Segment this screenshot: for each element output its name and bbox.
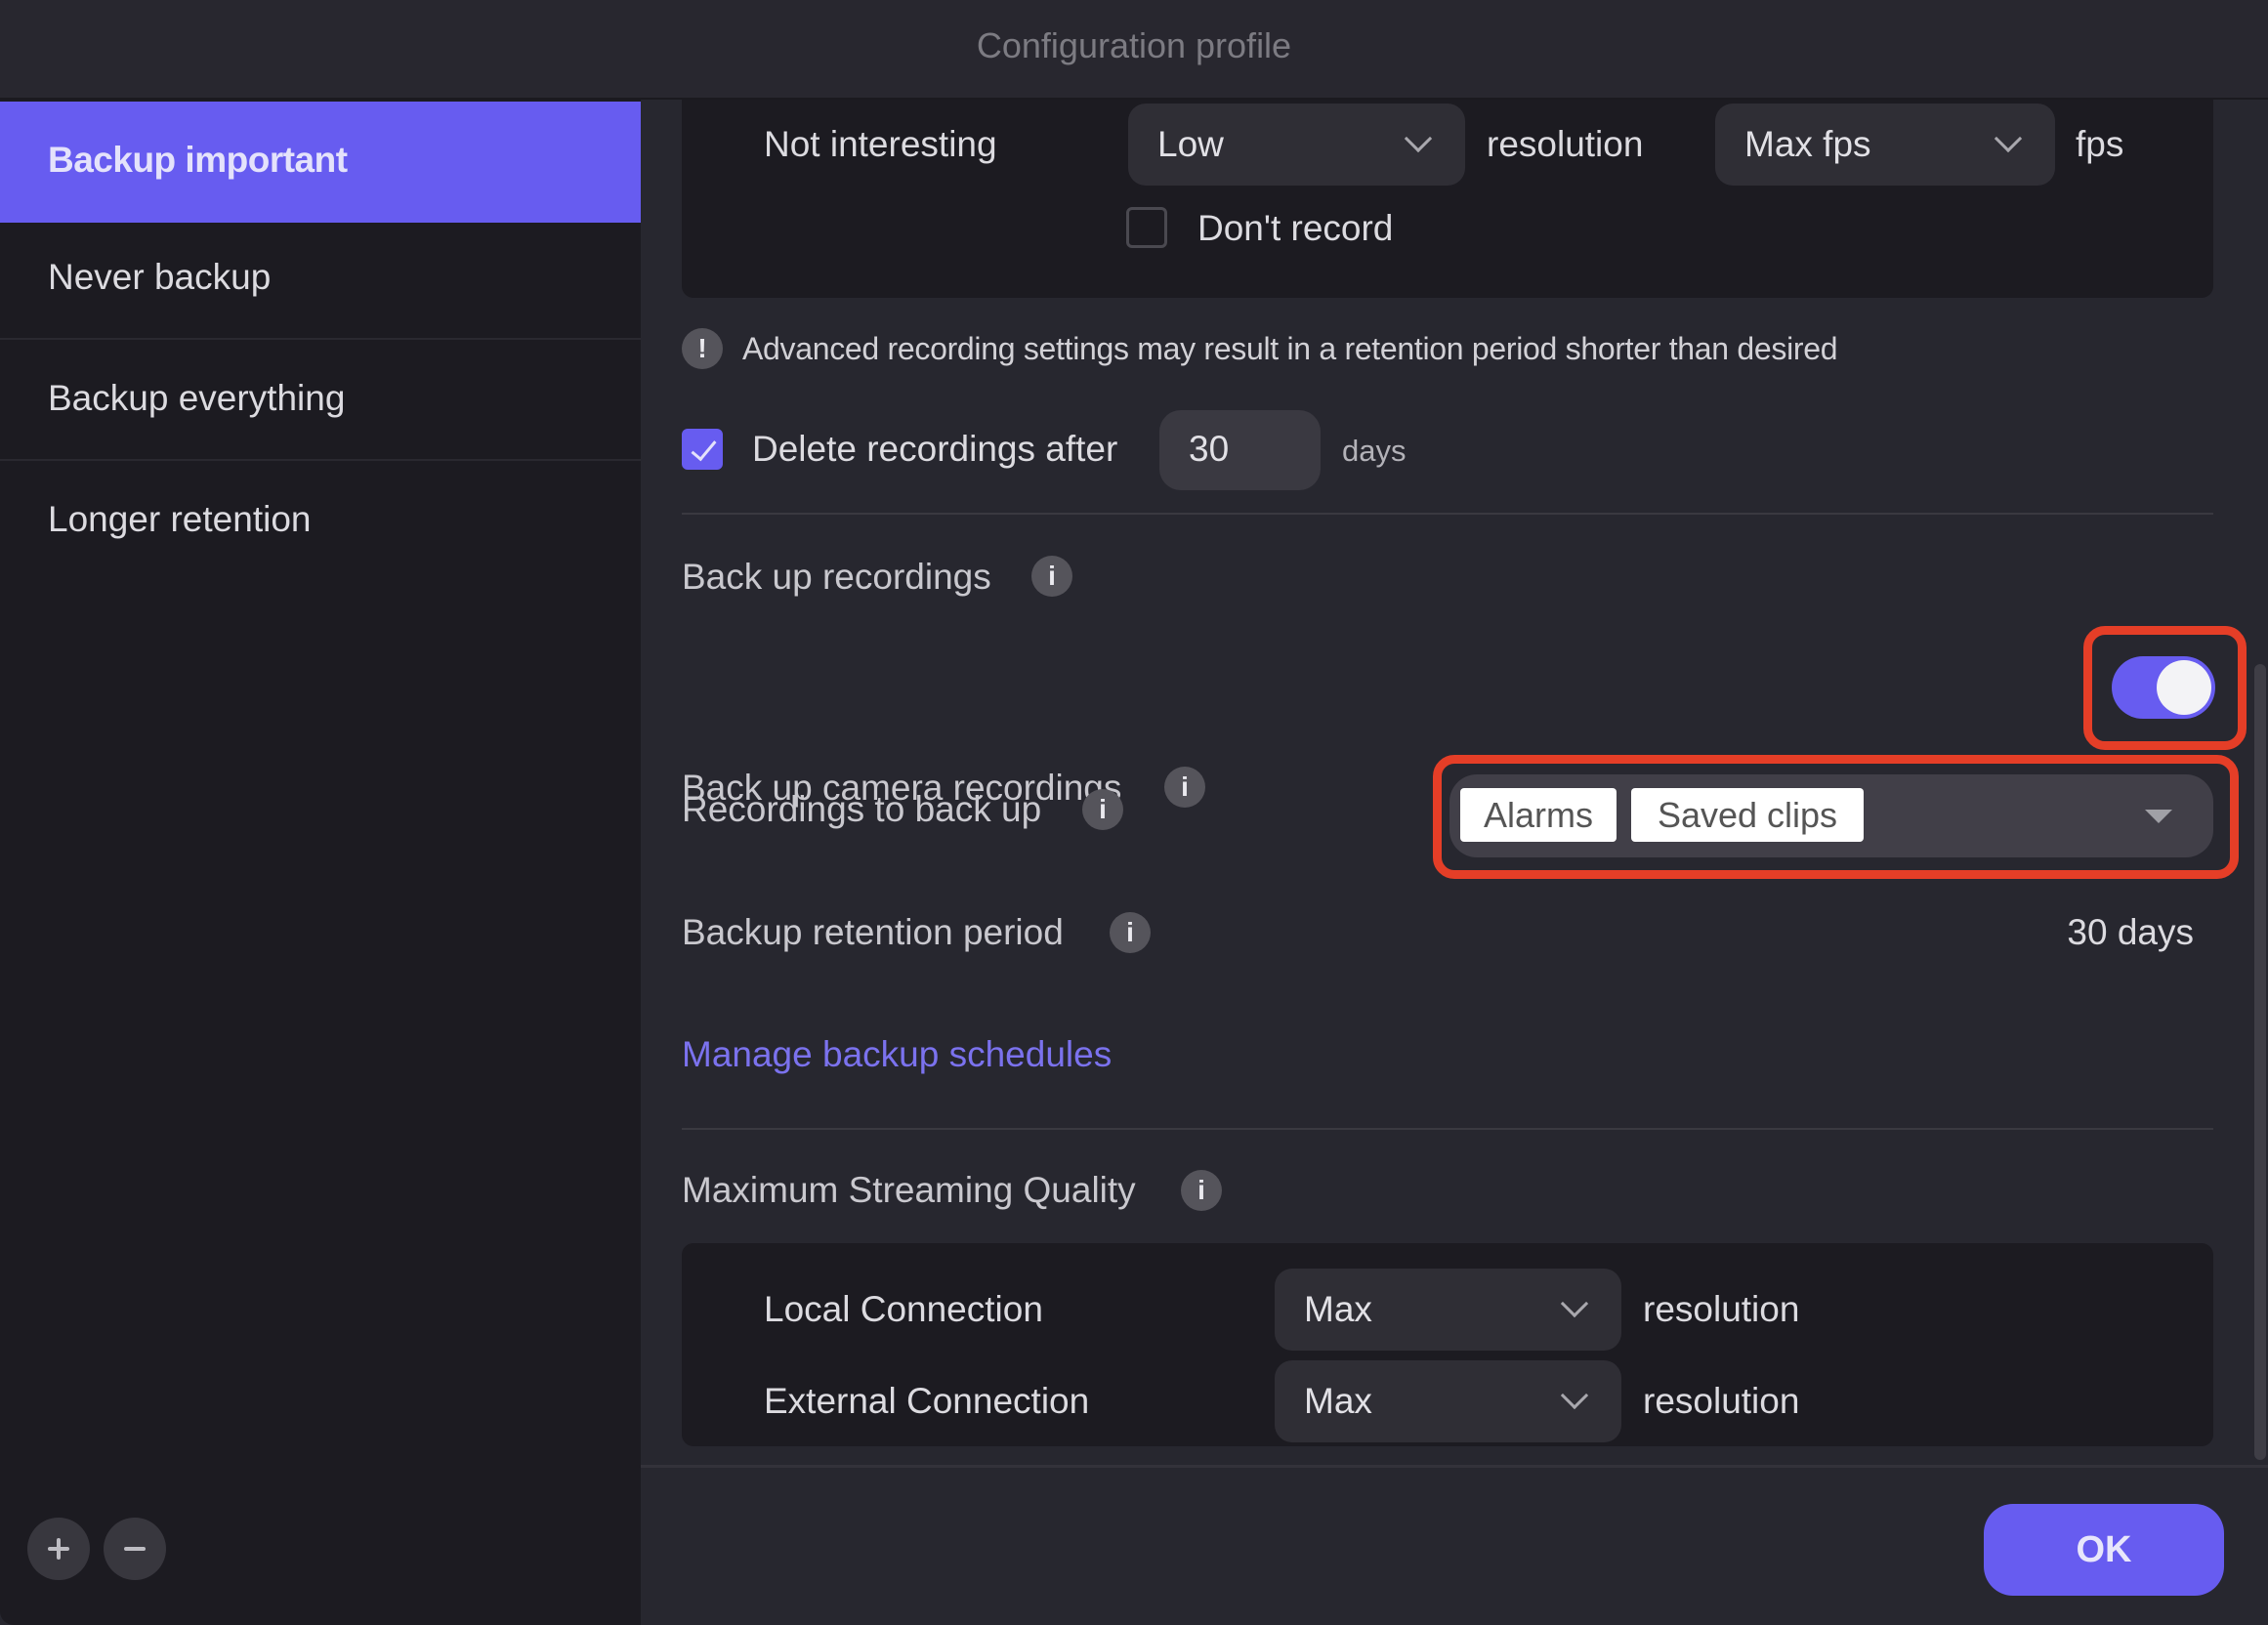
sidebar-item-label: Backup everything bbox=[48, 378, 346, 418]
external-connection-dropdown[interactable]: Max bbox=[1275, 1360, 1621, 1442]
sidebar-item-never-backup[interactable]: Never backup bbox=[0, 219, 641, 340]
local-connection-label: Local Connection bbox=[764, 1289, 1043, 1329]
recordings-to-backup-select[interactable]: Alarms Saved clips bbox=[1449, 774, 2213, 857]
external-connection-label: External Connection bbox=[764, 1381, 1090, 1421]
profile-sidebar: Backup important Never backup Backup eve… bbox=[0, 100, 641, 1625]
delete-days-input[interactable]: 30 bbox=[1159, 410, 1321, 490]
dont-record-checkbox[interactable] bbox=[1126, 207, 1167, 248]
fps-dropdown[interactable]: Max fps bbox=[1715, 104, 2055, 186]
backup-retention-value: 30 days bbox=[2067, 912, 2194, 952]
backup-section-title: Back up recordings bbox=[682, 557, 991, 597]
info-icon[interactable]: i bbox=[1181, 1170, 1222, 1211]
fps-unit: fps bbox=[2076, 124, 2124, 164]
settings-scroll-area: Not interesting Low resolution Max fps f… bbox=[641, 100, 2268, 1467]
delete-recordings-checkbox[interactable] bbox=[682, 429, 723, 470]
chevron-down-icon bbox=[1560, 1381, 1589, 1410]
delete-days-value: 30 bbox=[1189, 429, 1230, 469]
external-connection-value: Max bbox=[1304, 1381, 1372, 1421]
delete-recordings-label: Delete recordings after bbox=[752, 429, 1118, 469]
local-connection-dropdown[interactable]: Max bbox=[1275, 1269, 1621, 1351]
info-icon[interactable]: i bbox=[1082, 789, 1123, 830]
footer-divider bbox=[641, 1465, 2268, 1468]
local-connection-value: Max bbox=[1304, 1289, 1372, 1329]
tag-alarms[interactable]: Alarms bbox=[1460, 788, 1617, 842]
fps-value: Max fps bbox=[1744, 124, 1871, 164]
info-icon[interactable]: i bbox=[1164, 767, 1205, 808]
manage-backup-schedules-link[interactable]: Manage backup schedules bbox=[682, 1030, 1112, 1079]
streaming-section-title: Maximum Streaming Quality bbox=[682, 1170, 1136, 1210]
recordings-to-backup-label: Recordings to back up bbox=[682, 789, 1042, 829]
recording-quality-panel: Not interesting Low resolution Max fps f… bbox=[682, 100, 2213, 298]
backup-camera-toggle[interactable] bbox=[2112, 656, 2215, 719]
info-icon[interactable]: i bbox=[1031, 556, 1072, 597]
resolution-unit: resolution bbox=[1487, 124, 1644, 164]
sidebar-item-label: Longer retention bbox=[48, 499, 312, 539]
add-profile-button[interactable] bbox=[27, 1518, 90, 1580]
delete-days-unit: days bbox=[1342, 434, 1407, 468]
backup-retention-label: Backup retention period bbox=[682, 912, 1064, 952]
sidebar-item-label: Never backup bbox=[48, 257, 272, 297]
external-connection-unit: resolution bbox=[1643, 1381, 1800, 1421]
exclamation-icon: ! bbox=[682, 328, 723, 369]
window-title: Configuration profile bbox=[976, 25, 1292, 65]
info-icon[interactable]: i bbox=[1110, 912, 1151, 953]
scrollbar-thumb[interactable] bbox=[2254, 664, 2266, 1460]
sidebar-item-backup-important[interactable]: Backup important bbox=[0, 102, 641, 223]
sidebar-item-label: Backup important bbox=[48, 140, 348, 180]
chevron-down-icon bbox=[1560, 1289, 1589, 1318]
caret-down-icon bbox=[2145, 810, 2172, 823]
resolution-dropdown[interactable]: Low bbox=[1128, 104, 1465, 186]
quality-row-label: Not interesting bbox=[764, 124, 997, 164]
local-connection-unit: resolution bbox=[1643, 1289, 1800, 1329]
remove-profile-button[interactable] bbox=[104, 1518, 166, 1580]
chevron-down-icon bbox=[1404, 124, 1433, 153]
section-divider bbox=[682, 513, 2213, 515]
tag-saved-clips[interactable]: Saved clips bbox=[1631, 788, 1864, 842]
dont-record-label: Don't record bbox=[1197, 208, 1394, 248]
section-divider bbox=[682, 1128, 2213, 1130]
sidebar-item-longer-retention[interactable]: Longer retention bbox=[0, 461, 641, 582]
resolution-value: Low bbox=[1157, 124, 1224, 164]
sidebar-item-backup-everything[interactable]: Backup everything bbox=[0, 340, 641, 461]
ok-button[interactable]: OK bbox=[1984, 1504, 2224, 1596]
toggle-knob bbox=[2157, 660, 2211, 715]
streaming-quality-panel: Local Connection Max resolution External… bbox=[682, 1243, 2213, 1446]
retention-warning-text: Advanced recording settings may result i… bbox=[742, 331, 1838, 366]
chevron-down-icon bbox=[1994, 124, 2023, 153]
